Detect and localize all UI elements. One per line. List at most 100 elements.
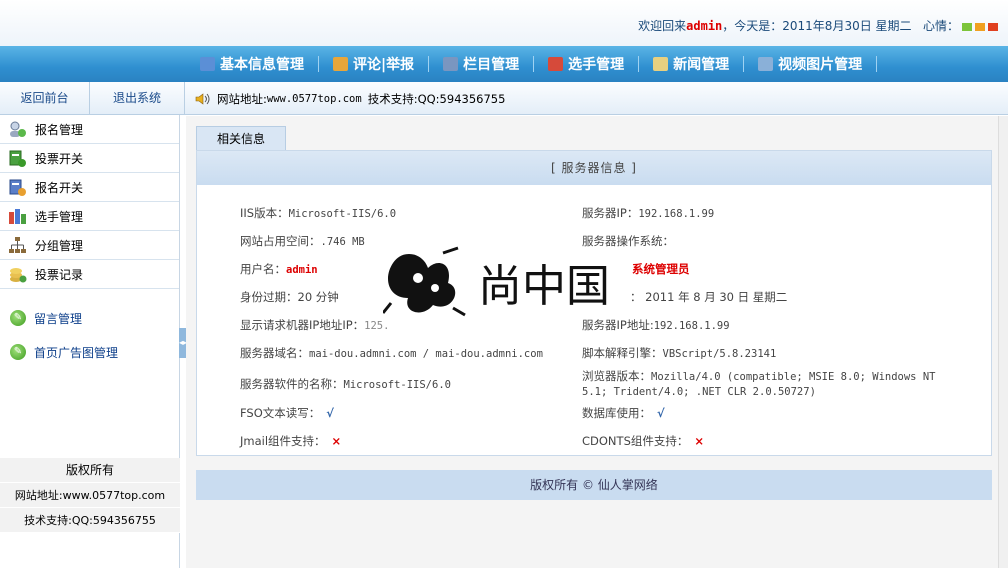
user-value: admin bbox=[286, 264, 318, 276]
signup-switch-icon bbox=[8, 178, 27, 197]
column-grid-icon bbox=[443, 57, 459, 71]
nav-divider bbox=[876, 56, 878, 72]
nav-news-label: 新闻管理 bbox=[673, 57, 730, 73]
copyright-support: 技术支持:QQ:594356755 bbox=[0, 508, 180, 533]
sidebar-item-label: 投票开关 bbox=[35, 151, 84, 166]
mood-orange-icon[interactable] bbox=[975, 22, 985, 31]
nav-columns[interactable]: 栏目管理 bbox=[433, 54, 529, 74]
nav-divider bbox=[638, 56, 640, 72]
sidebar-item-players[interactable]: 选手管理 bbox=[0, 202, 179, 231]
software-label: 服务器软件的名称： bbox=[240, 377, 344, 391]
sub-bar: 返回前台 退出系统 网站地址: www.0577top.com 技术支持:QQ:59… bbox=[0, 82, 1008, 115]
space-label: 网站占用空间： bbox=[240, 234, 321, 248]
fso-check-icon: √ bbox=[326, 406, 334, 420]
nav-divider bbox=[743, 56, 745, 72]
space-row: 网站占用空间：.746 MB bbox=[240, 233, 365, 249]
nav-news[interactable]: 新闻管理 bbox=[643, 54, 739, 74]
tab-related-info[interactable]: 相关信息 bbox=[196, 126, 286, 150]
watermark-text: 尚中国 bbox=[478, 261, 610, 312]
copyright-title: 版权所有 bbox=[0, 458, 180, 483]
welcome-username: admin bbox=[686, 19, 723, 33]
request-ip-label: 显示请求机器IP地址IP： bbox=[240, 318, 365, 332]
nav-divider bbox=[428, 56, 430, 72]
date-row: ： 2011 年 8 月 30 日 星期二 bbox=[630, 289, 787, 305]
logout-button[interactable]: 退出系统 bbox=[90, 82, 185, 115]
sidebar-link-label: 留言管理 bbox=[34, 311, 83, 326]
script-label: 脚本解释引擎： bbox=[582, 346, 663, 360]
iis-value: Microsoft-IIS/6.0 bbox=[288, 208, 397, 220]
news-icon bbox=[653, 57, 669, 71]
sidebar-link-ad-images[interactable]: ✎ 首页广告图管理 bbox=[0, 335, 179, 369]
sidebar-item-signup-switch[interactable]: 报名开关 bbox=[0, 173, 179, 202]
speaker-icon bbox=[195, 93, 211, 105]
fso-label: FSO文本读写： bbox=[240, 406, 321, 420]
main-nav: 基本信息管理 评论|举报 栏目管理 选手管理 新闻管理 视频图片管理 bbox=[190, 46, 881, 82]
sidebar-item-vote-record[interactable]: 投票记录 bbox=[0, 260, 179, 289]
nav-comments[interactable]: 评论|举报 bbox=[323, 54, 424, 74]
nav-basic-info-label: 基本信息管理 bbox=[220, 57, 304, 73]
welcome-message: 欢迎回来admin，今天是：2011年8月30日 星期二 心情： bbox=[638, 17, 998, 34]
server-ip-row: 服务器IP：192.168.1.99 bbox=[582, 205, 714, 221]
nav-divider bbox=[533, 56, 535, 72]
notice-url[interactable]: www.0577top.com bbox=[267, 93, 362, 105]
sidebar-item-vote-switch[interactable]: 投票开关 bbox=[0, 144, 179, 173]
vote-record-icon bbox=[8, 265, 27, 284]
jmail-row: Jmail组件支持： × bbox=[240, 433, 341, 449]
fso-row: FSO文本读写： √ bbox=[240, 405, 334, 421]
notice-support: 技术支持:QQ:594356755 bbox=[367, 92, 506, 106]
nav-players[interactable]: 选手管理 bbox=[538, 54, 634, 74]
nav-media[interactable]: 视频图片管理 bbox=[748, 54, 872, 74]
cdonts-row: CDONTS组件支持： × bbox=[582, 433, 704, 449]
iis-label: IIS版本： bbox=[240, 206, 289, 220]
main-content: 相关信息 [ 服务器信息 ] IIS版本：Microsoft-IIS/6.0 服… bbox=[186, 116, 998, 568]
vertical-scrollbar[interactable] bbox=[998, 116, 1008, 568]
expire-label: 身份过期： bbox=[240, 290, 298, 304]
top-header: 欢迎回来admin，今天是：2011年8月30日 星期二 心情： bbox=[0, 0, 1008, 46]
copyright-site: 网站地址:www.0577top.com bbox=[0, 483, 180, 508]
sidebar-item-groups[interactable]: 分组管理 bbox=[0, 231, 179, 260]
software-row: 服务器软件的名称：Microsoft-IIS/6.0 bbox=[240, 376, 451, 392]
sidebar-link-messages[interactable]: ✎ 留言管理 bbox=[0, 301, 179, 335]
date-value: ： 2011 年 8 月 30 日 星期二 bbox=[630, 290, 788, 304]
vote-switch-icon bbox=[8, 149, 27, 168]
expire-row: 身份过期：20 分钟 bbox=[240, 289, 339, 305]
sidebar-item-signup-manage[interactable]: 报名管理 bbox=[0, 115, 179, 144]
nav-players-label: 选手管理 bbox=[568, 57, 625, 73]
sidebar-copyright: 版权所有 网站地址:www.0577top.com 技术支持:QQ:594356… bbox=[0, 458, 180, 533]
sidebar-item-label: 报名管理 bbox=[35, 122, 84, 137]
welcome-date: ，今天是：2011年8月30日 星期二 bbox=[722, 19, 912, 33]
players-icon bbox=[548, 57, 564, 71]
welcome-prefix: 欢迎回来 bbox=[638, 19, 687, 33]
players-icon bbox=[8, 207, 27, 226]
username-row: 用户名：admin bbox=[240, 261, 318, 277]
panel-footer: 版权所有 © 仙人掌网络 bbox=[196, 470, 992, 500]
mood-green-icon[interactable] bbox=[962, 22, 972, 31]
server-ip-label: 服务器IP： bbox=[582, 206, 639, 220]
back-to-frontend-button[interactable]: 返回前台 bbox=[0, 82, 90, 115]
request-ip-row: 显示请求机器IP地址IP：125. bbox=[240, 317, 389, 333]
nav-divider bbox=[318, 56, 319, 72]
db-label: 数据库使用： bbox=[582, 406, 651, 420]
browser-row: 浏览器版本：Mozilla/4.0 (compatible; MSIE 8.0;… bbox=[582, 369, 935, 399]
iis-version-row: IIS版本：Microsoft-IIS/6.0 bbox=[240, 205, 396, 221]
db-check-icon: √ bbox=[657, 406, 665, 420]
sidebar-item-label: 分组管理 bbox=[35, 238, 84, 253]
watermark-logo: 尚中国 bbox=[381, 243, 633, 323]
sidebar-link-label: 首页广告图管理 bbox=[34, 345, 119, 360]
nav-media-label: 视频图片管理 bbox=[778, 57, 863, 73]
panel-title: [ 服务器信息 ] bbox=[197, 151, 991, 185]
space-value: .746 MB bbox=[320, 236, 365, 248]
browser-label: 浏览器版本： bbox=[582, 369, 651, 383]
role-row: 系统管理员 bbox=[632, 261, 690, 277]
mood-red-icon[interactable] bbox=[988, 22, 998, 31]
nav-basic-info[interactable]: 基本信息管理 bbox=[190, 54, 314, 74]
script-engine-row: 脚本解释引擎：VBScript/5.8.23141 bbox=[582, 345, 776, 361]
cdonts-label: CDONTS组件支持： bbox=[582, 434, 689, 448]
jmail-cross-icon: × bbox=[331, 434, 342, 448]
edit-check-icon: ✎ bbox=[10, 310, 26, 326]
domain-row: 服务器域名：mai-dou.admni.com / mai-dou.admni.… bbox=[240, 345, 543, 361]
edit-check-icon: ✎ bbox=[10, 344, 26, 360]
mood-label: 心情： bbox=[922, 19, 959, 33]
user-label: 用户名： bbox=[240, 262, 286, 276]
sidebar-collapse-toggle[interactable]: ◂▸ bbox=[179, 328, 187, 358]
